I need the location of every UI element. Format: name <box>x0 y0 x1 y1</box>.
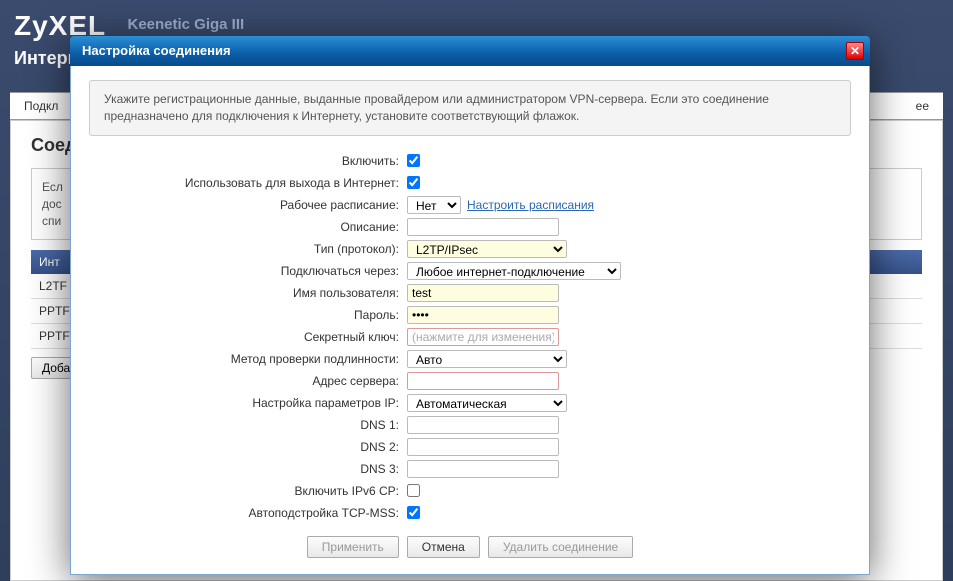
enable-checkbox[interactable] <box>407 154 420 167</box>
secret-label: Секретный ключ: <box>89 330 407 344</box>
delete-connection-button[interactable]: Удалить соединение <box>488 536 633 558</box>
ip-params-label: Настройка параметров IP: <box>89 396 407 410</box>
use-internet-checkbox[interactable] <box>407 176 420 189</box>
ipv6cp-label: Включить IPv6 CP: <box>89 484 407 498</box>
modal-title: Настройка соединения <box>82 43 231 58</box>
tcpmss-checkbox[interactable] <box>407 506 420 519</box>
cancel-button[interactable]: Отмена <box>407 536 480 558</box>
tab-other[interactable]: ee <box>902 93 943 119</box>
use-internet-label: Использовать для выхода в Интернет: <box>89 176 407 190</box>
dns1-label: DNS 1: <box>89 418 407 432</box>
auth-method-label: Метод проверки подлинности: <box>89 352 407 366</box>
username-input[interactable] <box>407 284 559 302</box>
ipv6cp-checkbox[interactable] <box>407 484 420 497</box>
description-input[interactable] <box>407 218 559 236</box>
connect-via-label: Подключаться через: <box>89 264 407 278</box>
apply-button[interactable]: Применить <box>307 536 399 558</box>
auth-method-select[interactable]: Авто <box>407 350 567 368</box>
modal-info-text: Укажите регистрационные данные, выданные… <box>89 80 851 136</box>
protocol-select[interactable]: L2TP/IPsec <box>407 240 567 258</box>
schedule-label: Рабочее расписание: <box>89 198 407 212</box>
tcpmss-label: Автоподстройка TCP-MSS: <box>89 506 407 520</box>
protocol-label: Тип (протокол): <box>89 242 407 256</box>
password-input[interactable] <box>407 306 559 324</box>
secret-input[interactable] <box>407 328 559 346</box>
dns3-label: DNS 3: <box>89 462 407 476</box>
dns2-input[interactable] <box>407 438 559 456</box>
connect-via-select[interactable]: Любое интернет-подключение <box>407 262 621 280</box>
connection-settings-modal: Настройка соединения ✕ Укажите регистрац… <box>70 36 870 575</box>
enable-label: Включить: <box>89 154 407 168</box>
dns1-input[interactable] <box>407 416 559 434</box>
username-label: Имя пользователя: <box>89 286 407 300</box>
server-input[interactable] <box>407 372 559 390</box>
server-label: Адрес сервера: <box>89 374 407 388</box>
modal-titlebar: Настройка соединения ✕ <box>70 36 870 66</box>
model-name: Keenetic Giga III <box>127 16 244 33</box>
dns3-input[interactable] <box>407 460 559 478</box>
ip-params-select[interactable]: Автоматическая <box>407 394 567 412</box>
tab-connections[interactable]: Подкл <box>10 93 73 119</box>
description-label: Описание: <box>89 220 407 234</box>
dns2-label: DNS 2: <box>89 440 407 454</box>
close-icon[interactable]: ✕ <box>846 42 864 60</box>
configure-schedule-link[interactable]: Настроить расписания <box>467 198 594 212</box>
password-label: Пароль: <box>89 308 407 322</box>
schedule-select[interactable]: Нет <box>407 196 461 214</box>
